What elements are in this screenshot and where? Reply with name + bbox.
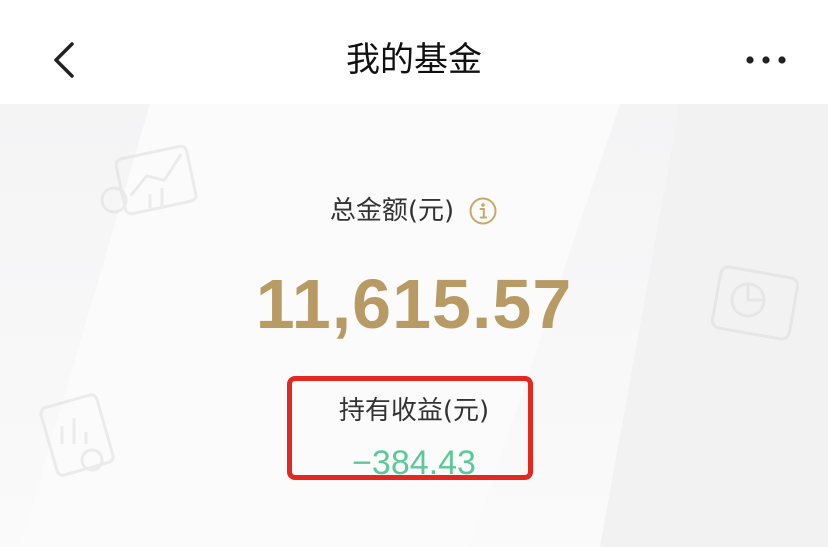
page-title: 我的基金 (346, 40, 482, 80)
more-button[interactable] (742, 48, 790, 72)
more-horizontal-icon (746, 56, 786, 64)
total-amount-label-row: 总金额(元) (0, 193, 828, 229)
navigation-bar: 我的基金 (0, 0, 828, 104)
total-amount-label: 总金额(元) (329, 196, 455, 226)
holding-profit-value: −384.43 (352, 444, 476, 482)
fund-summary-card: 总金额(元) 11,615.57 持有收益(元) −384.43 (0, 104, 828, 547)
info-icon[interactable] (468, 196, 498, 226)
total-amount-value: 11,615.57 (255, 265, 573, 343)
holding-profit-label: 持有收益(元) (338, 396, 490, 426)
